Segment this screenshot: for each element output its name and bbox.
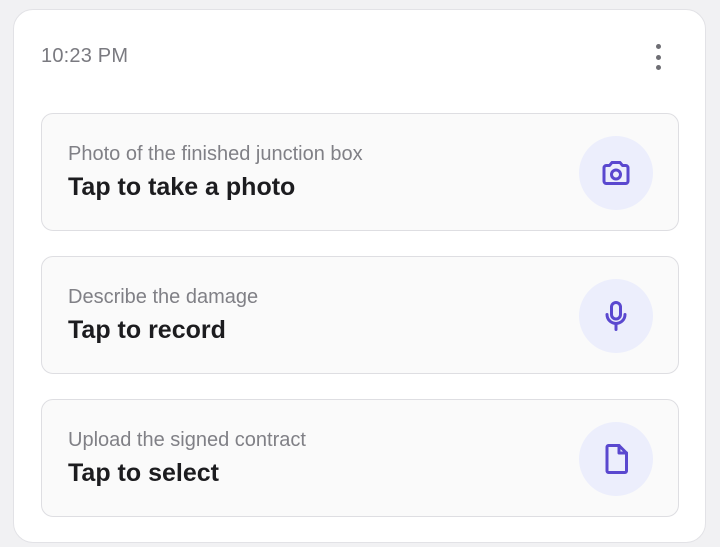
- record-button[interactable]: [579, 279, 653, 353]
- voice-record-field[interactable]: Describe the damage Tap to record: [41, 256, 679, 374]
- photo-capture-field[interactable]: Photo of the finished junction box Tap t…: [41, 113, 679, 231]
- select-file-button[interactable]: [579, 422, 653, 496]
- field-label: Describe the damage: [68, 286, 259, 308]
- camera-icon: [602, 161, 630, 185]
- field-action: Tap to select: [68, 459, 219, 487]
- more-vertical-icon[interactable]: [646, 42, 670, 72]
- camera-button[interactable]: [579, 136, 653, 210]
- message-card: 10:23 PM Photo of the finished junction …: [13, 9, 706, 543]
- menu-dot: [655, 65, 661, 70]
- field-action: Tap to take a photo: [68, 173, 296, 201]
- microphone-icon: [605, 301, 627, 331]
- timestamp: 10:23 PM: [41, 45, 129, 67]
- field-action: Tap to record: [68, 316, 226, 344]
- field-label: Upload the signed contract: [68, 429, 306, 451]
- menu-dot: [655, 54, 661, 60]
- field-label: Photo of the finished junction box: [68, 143, 363, 165]
- document-icon: [605, 444, 628, 474]
- menu-dot: [655, 44, 661, 49]
- file-upload-field[interactable]: Upload the signed contract Tap to select: [41, 399, 679, 517]
